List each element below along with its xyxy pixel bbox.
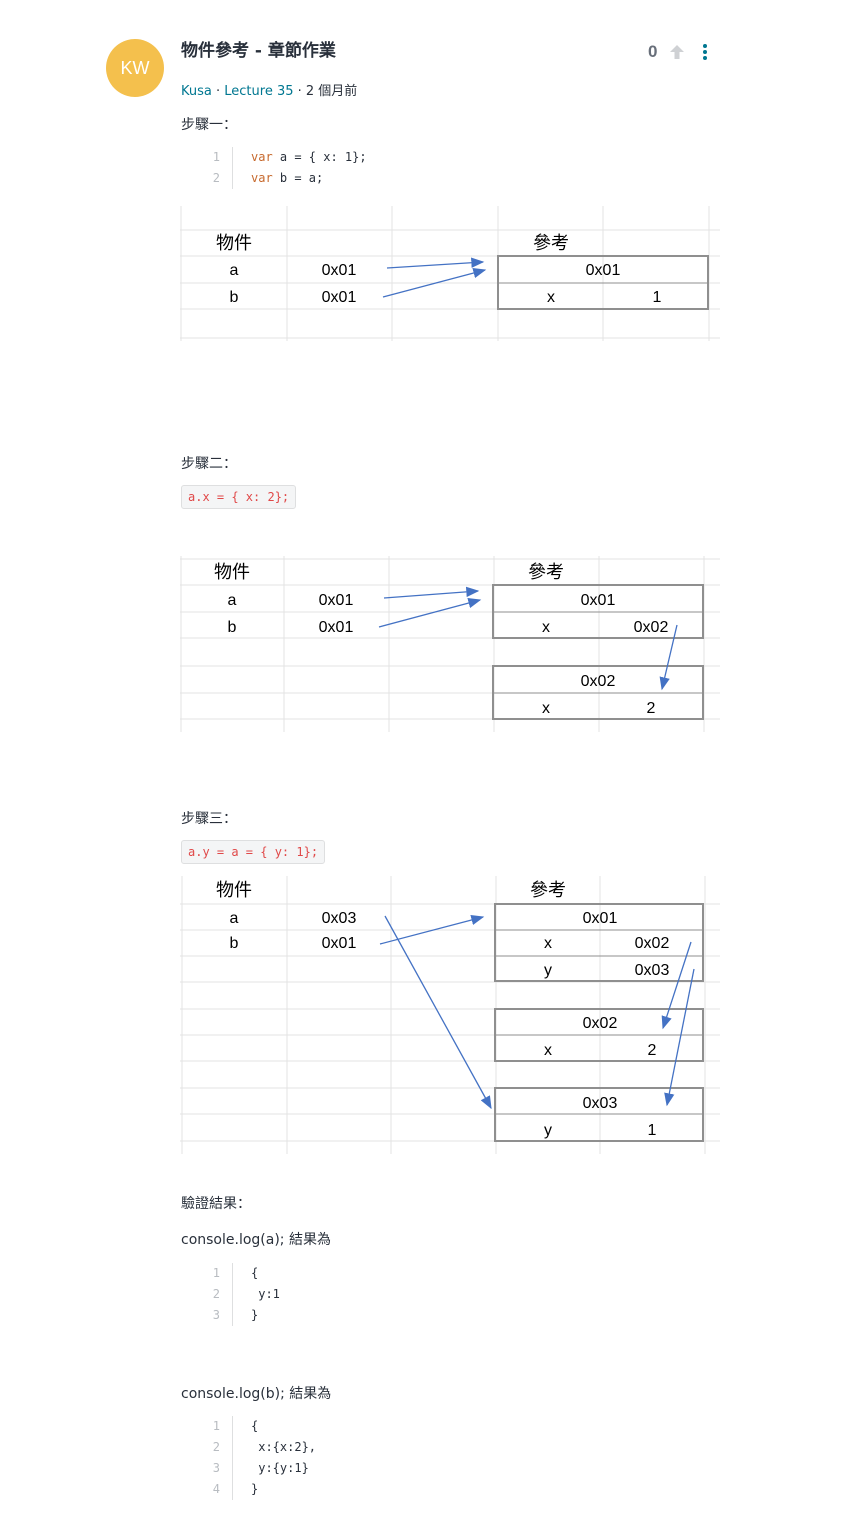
code-line: 2 var b = a; xyxy=(196,168,367,189)
ref-header: 參考 xyxy=(533,233,569,253)
var-name: b xyxy=(228,619,237,636)
ref-prop-value: 0x03 xyxy=(635,962,670,979)
post-meta: Kusa · Lecture 35 · 2 個月前 xyxy=(181,80,357,99)
ref-addr: 0x02 xyxy=(581,673,616,690)
ref-prop-value: 0x02 xyxy=(634,619,669,636)
step2-inline-code: a.x = { x: 2}; xyxy=(181,485,297,509)
step2-diagram: 物件 參考 a 0x01 b 0x01 0x01 x 0x02 0x02 x 2 xyxy=(180,556,720,732)
code-line: 2 y:1 xyxy=(196,1284,280,1305)
pointer-arrow xyxy=(661,941,692,1030)
post-time: · 2 個月前 xyxy=(297,84,358,99)
var-addr: 0x03 xyxy=(322,910,357,927)
pointer-arrow xyxy=(664,968,695,1107)
ref-prop-key: y xyxy=(544,962,552,979)
vote-count: 0 xyxy=(648,42,658,61)
var-name: b xyxy=(230,289,239,306)
step2-label: 步驟二： xyxy=(181,456,237,472)
author-link[interactable]: Kusa xyxy=(181,84,212,99)
ref-header: 參考 xyxy=(530,880,566,900)
pointer-arrow xyxy=(383,586,480,599)
lecture-link[interactable]: Lecture 35 xyxy=(224,84,293,99)
log-a-code-block: 1{ 2 y:1 3} xyxy=(196,1263,280,1326)
var-name: a xyxy=(230,910,239,927)
code-line: 1 var a = { x: 1}; xyxy=(196,147,367,168)
code-line: 1{ xyxy=(196,1416,316,1437)
var-addr: 0x01 xyxy=(319,592,354,609)
ref-prop-value: 2 xyxy=(647,700,656,717)
obj-header: 物件 xyxy=(216,880,252,900)
step1-code-block: 1 var a = { x: 1}; 2 var b = a; xyxy=(196,147,367,189)
ref-prop-key: x xyxy=(542,700,550,717)
pointer-arrow xyxy=(378,597,482,628)
ref-addr: 0x02 xyxy=(583,1015,618,1032)
log-b-text: console.log(b); 結果為 xyxy=(181,1386,332,1402)
step3-label: 步驟三： xyxy=(181,811,237,827)
ref-prop-value: 1 xyxy=(648,1122,657,1139)
ref-prop-key: x xyxy=(544,1042,552,1059)
ref-prop-key: y xyxy=(544,1122,552,1139)
step3-diagram: 物件 參考 a 0x03 b 0x01 0x01 x 0x02 y 0x03 0… xyxy=(180,876,720,1154)
code-line: 3} xyxy=(196,1305,280,1326)
ref-prop-key: x xyxy=(542,619,550,636)
log-a-text: console.log(a); 結果為 xyxy=(181,1232,331,1248)
obj-header: 物件 xyxy=(216,233,252,253)
step3-inline-code: a.y = a = { y: 1}; xyxy=(181,840,326,864)
ref-prop-value: 1 xyxy=(653,289,662,306)
code-line: 3 y:{y:1} xyxy=(196,1458,316,1479)
obj-header: 物件 xyxy=(214,562,250,582)
var-name: a xyxy=(228,592,237,609)
ref-addr: 0x01 xyxy=(583,910,618,927)
pointer-arrow xyxy=(386,257,485,269)
pointer-arrow xyxy=(384,915,492,1110)
ref-addr: 0x01 xyxy=(586,262,621,279)
ref-prop-value: 0x02 xyxy=(635,935,670,952)
var-addr: 0x01 xyxy=(322,262,357,279)
more-options-icon[interactable] xyxy=(700,42,710,66)
verify-label: 驗證結果： xyxy=(181,1196,251,1212)
ref-addr: 0x01 xyxy=(581,592,616,609)
ref-prop-value: 2 xyxy=(648,1042,657,1059)
var-addr: 0x01 xyxy=(319,619,354,636)
var-name: b xyxy=(230,935,239,952)
code-line: 1{ xyxy=(196,1263,280,1284)
ref-prop-key: x xyxy=(544,935,552,952)
ref-addr: 0x03 xyxy=(583,1095,618,1112)
step1-label: 步驟一： xyxy=(181,117,237,133)
ref-header: 參考 xyxy=(528,562,564,582)
avatar[interactable]: KW xyxy=(106,39,164,97)
var-addr: 0x01 xyxy=(322,935,357,952)
step1-diagram: 物件 參考 a 0x01 b 0x01 0x01 x 1 xyxy=(180,206,720,341)
ref-prop-key: x xyxy=(547,289,555,306)
post-title: 物件參考 - 章節作業 xyxy=(181,41,336,61)
code-line: 2 x:{x:2}, xyxy=(196,1437,316,1458)
log-b-code-block: 1{ 2 x:{x:2}, 3 y:{y:1} 4} xyxy=(196,1416,316,1500)
var-addr: 0x01 xyxy=(322,289,357,306)
upvote-arrow-icon[interactable] xyxy=(668,43,686,65)
code-line: 4} xyxy=(196,1479,316,1500)
var-name: a xyxy=(230,262,239,279)
